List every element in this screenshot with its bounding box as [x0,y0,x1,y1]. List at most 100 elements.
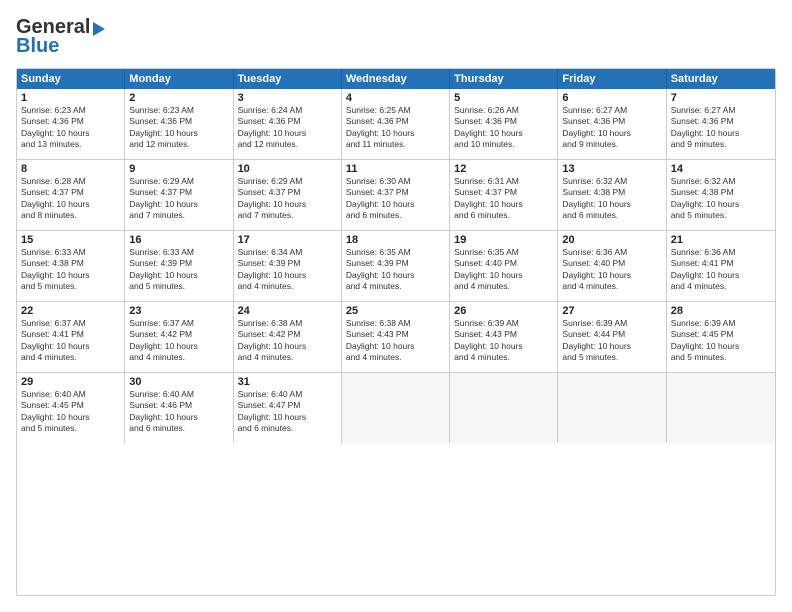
day-number: 17 [238,234,337,246]
day-info: Sunrise: 6:23 AMSunset: 4:36 PMDaylight:… [21,105,120,151]
day-info: Sunrise: 6:37 AMSunset: 4:41 PMDaylight:… [21,318,120,364]
logo: General Blue [16,16,105,58]
calendar-cell: 11Sunrise: 6:30 AMSunset: 4:37 PMDayligh… [342,160,450,230]
calendar-cell: 12Sunrise: 6:31 AMSunset: 4:37 PMDayligh… [450,160,558,230]
calendar-cell: 22Sunrise: 6:37 AMSunset: 4:41 PMDayligh… [17,302,125,372]
day-info: Sunrise: 6:35 AMSunset: 4:40 PMDaylight:… [454,247,553,293]
day-info: Sunrise: 6:25 AMSunset: 4:36 PMDaylight:… [346,105,445,151]
day-number: 13 [562,163,661,175]
day-info: Sunrise: 6:35 AMSunset: 4:39 PMDaylight:… [346,247,445,293]
day-number: 16 [129,234,228,246]
day-info: Sunrise: 6:36 AMSunset: 4:41 PMDaylight:… [671,247,771,293]
header-day-thursday: Thursday [450,69,558,89]
day-number: 25 [346,305,445,317]
day-number: 6 [562,92,661,104]
calendar: SundayMondayTuesdayWednesdayThursdayFrid… [16,68,776,596]
day-number: 9 [129,163,228,175]
calendar-cell: 25Sunrise: 6:38 AMSunset: 4:43 PMDayligh… [342,302,450,372]
day-info: Sunrise: 6:29 AMSunset: 4:37 PMDaylight:… [238,176,337,222]
day-info: Sunrise: 6:34 AMSunset: 4:39 PMDaylight:… [238,247,337,293]
calendar-cell [450,373,558,443]
day-number: 31 [238,376,337,388]
calendar-cell: 31Sunrise: 6:40 AMSunset: 4:47 PMDayligh… [234,373,342,443]
day-number: 14 [671,163,771,175]
calendar-week-5: 29Sunrise: 6:40 AMSunset: 4:45 PMDayligh… [17,373,775,443]
day-number: 5 [454,92,553,104]
day-number: 4 [346,92,445,104]
day-info: Sunrise: 6:28 AMSunset: 4:37 PMDaylight:… [21,176,120,222]
day-number: 10 [238,163,337,175]
day-number: 2 [129,92,228,104]
page: General Blue SundayMondayTuesdayWednesda… [0,0,792,612]
day-info: Sunrise: 6:33 AMSunset: 4:38 PMDaylight:… [21,247,120,293]
calendar-cell: 10Sunrise: 6:29 AMSunset: 4:37 PMDayligh… [234,160,342,230]
calendar-cell: 21Sunrise: 6:36 AMSunset: 4:41 PMDayligh… [667,231,775,301]
calendar-cell: 28Sunrise: 6:39 AMSunset: 4:45 PMDayligh… [667,302,775,372]
day-number: 21 [671,234,771,246]
day-info: Sunrise: 6:32 AMSunset: 4:38 PMDaylight:… [671,176,771,222]
day-info: Sunrise: 6:27 AMSunset: 4:36 PMDaylight:… [562,105,661,151]
calendar-header: SundayMondayTuesdayWednesdayThursdayFrid… [17,69,775,89]
day-number: 1 [21,92,120,104]
calendar-cell: 16Sunrise: 6:33 AMSunset: 4:39 PMDayligh… [125,231,233,301]
calendar-week-1: 1Sunrise: 6:23 AMSunset: 4:36 PMDaylight… [17,89,775,160]
day-number: 12 [454,163,553,175]
calendar-week-4: 22Sunrise: 6:37 AMSunset: 4:41 PMDayligh… [17,302,775,373]
day-info: Sunrise: 6:40 AMSunset: 4:46 PMDaylight:… [129,389,228,435]
day-number: 29 [21,376,120,388]
calendar-cell [342,373,450,443]
calendar-week-3: 15Sunrise: 6:33 AMSunset: 4:38 PMDayligh… [17,231,775,302]
day-info: Sunrise: 6:26 AMSunset: 4:36 PMDaylight:… [454,105,553,151]
day-info: Sunrise: 6:31 AMSunset: 4:37 PMDaylight:… [454,176,553,222]
calendar-cell: 15Sunrise: 6:33 AMSunset: 4:38 PMDayligh… [17,231,125,301]
calendar-cell: 5Sunrise: 6:26 AMSunset: 4:36 PMDaylight… [450,89,558,159]
day-info: Sunrise: 6:30 AMSunset: 4:37 PMDaylight:… [346,176,445,222]
calendar-cell: 18Sunrise: 6:35 AMSunset: 4:39 PMDayligh… [342,231,450,301]
day-info: Sunrise: 6:24 AMSunset: 4:36 PMDaylight:… [238,105,337,151]
day-info: Sunrise: 6:40 AMSunset: 4:47 PMDaylight:… [238,389,337,435]
calendar-cell: 3Sunrise: 6:24 AMSunset: 4:36 PMDaylight… [234,89,342,159]
day-info: Sunrise: 6:40 AMSunset: 4:45 PMDaylight:… [21,389,120,435]
header: General Blue [16,16,776,58]
logo-blue: Blue [16,35,59,58]
day-number: 27 [562,305,661,317]
calendar-cell: 1Sunrise: 6:23 AMSunset: 4:36 PMDaylight… [17,89,125,159]
calendar-week-2: 8Sunrise: 6:28 AMSunset: 4:37 PMDaylight… [17,160,775,231]
calendar-cell: 4Sunrise: 6:25 AMSunset: 4:36 PMDaylight… [342,89,450,159]
day-info: Sunrise: 6:29 AMSunset: 4:37 PMDaylight:… [129,176,228,222]
header-day-friday: Friday [558,69,666,89]
day-info: Sunrise: 6:37 AMSunset: 4:42 PMDaylight:… [129,318,228,364]
day-number: 19 [454,234,553,246]
day-number: 7 [671,92,771,104]
day-number: 8 [21,163,120,175]
day-info: Sunrise: 6:23 AMSunset: 4:36 PMDaylight:… [129,105,228,151]
calendar-cell [667,373,775,443]
calendar-cell: 20Sunrise: 6:36 AMSunset: 4:40 PMDayligh… [558,231,666,301]
day-number: 11 [346,163,445,175]
calendar-cell: 2Sunrise: 6:23 AMSunset: 4:36 PMDaylight… [125,89,233,159]
header-day-monday: Monday [125,69,233,89]
day-number: 22 [21,305,120,317]
day-number: 28 [671,305,771,317]
calendar-cell: 19Sunrise: 6:35 AMSunset: 4:40 PMDayligh… [450,231,558,301]
calendar-cell: 8Sunrise: 6:28 AMSunset: 4:37 PMDaylight… [17,160,125,230]
header-day-tuesday: Tuesday [234,69,342,89]
header-day-saturday: Saturday [667,69,775,89]
logo-arrow-icon [93,22,105,36]
day-number: 18 [346,234,445,246]
day-number: 3 [238,92,337,104]
calendar-cell [558,373,666,443]
day-info: Sunrise: 6:27 AMSunset: 4:36 PMDaylight:… [671,105,771,151]
day-number: 26 [454,305,553,317]
calendar-cell: 7Sunrise: 6:27 AMSunset: 4:36 PMDaylight… [667,89,775,159]
day-info: Sunrise: 6:39 AMSunset: 4:44 PMDaylight:… [562,318,661,364]
calendar-cell: 17Sunrise: 6:34 AMSunset: 4:39 PMDayligh… [234,231,342,301]
calendar-body: 1Sunrise: 6:23 AMSunset: 4:36 PMDaylight… [17,89,775,443]
day-number: 20 [562,234,661,246]
day-info: Sunrise: 6:38 AMSunset: 4:42 PMDaylight:… [238,318,337,364]
day-number: 24 [238,305,337,317]
calendar-cell: 27Sunrise: 6:39 AMSunset: 4:44 PMDayligh… [558,302,666,372]
day-info: Sunrise: 6:38 AMSunset: 4:43 PMDaylight:… [346,318,445,364]
day-info: Sunrise: 6:39 AMSunset: 4:43 PMDaylight:… [454,318,553,364]
calendar-cell: 9Sunrise: 6:29 AMSunset: 4:37 PMDaylight… [125,160,233,230]
